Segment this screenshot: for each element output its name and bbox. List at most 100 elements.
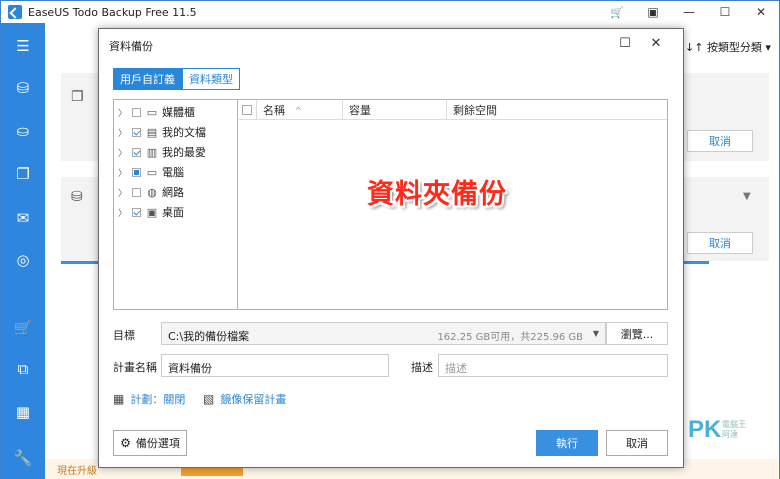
- expand-arrow-icon[interactable]: 〉: [118, 186, 128, 199]
- expand-arrow-icon[interactable]: 〉: [118, 146, 128, 159]
- disk-icon: ⛁: [71, 189, 83, 205]
- pk-sub-line-1: 電腦王: [722, 420, 746, 429]
- tree-item-label: 我的最愛: [162, 146, 206, 159]
- expand-arrow-icon[interactable]: 〉: [118, 106, 128, 119]
- disk-backup-icon[interactable]: ⛁: [1, 73, 45, 103]
- select-all-checkbox[interactable]: [242, 105, 252, 115]
- menu-icon[interactable]: ☰: [1, 31, 45, 61]
- pk-logo: PK: [688, 416, 722, 443]
- calendar-icon: ▦: [113, 392, 125, 406]
- dialog-cancel-button[interactable]: 取消: [606, 430, 668, 456]
- expand-icon[interactable]: ▼: [743, 191, 751, 202]
- tree-checkbox[interactable]: [132, 127, 141, 137]
- dropdown-caret-icon: ▼: [592, 329, 599, 338]
- wrench-icon[interactable]: 🔧: [1, 443, 45, 473]
- desktop-icon: ▣: [146, 205, 158, 219]
- column-free-label: 剩餘空間: [453, 104, 497, 117]
- backup-options-label: 備份選項: [135, 437, 180, 450]
- execute-button[interactable]: 執行: [536, 430, 598, 456]
- tab-data-type[interactable]: 資料類型: [182, 68, 240, 90]
- tree-item-computer[interactable]: 〉 ▭ 電腦: [118, 163, 184, 181]
- clone-icon[interactable]: ⧉: [1, 354, 45, 384]
- tree-item-favorites[interactable]: 〉 ▥ 我的最愛: [118, 143, 206, 161]
- dialog-maximize-button[interactable]: ☐: [610, 33, 640, 53]
- app-title: EaseUS Todo Backup Free 11.5: [28, 5, 197, 19]
- backup-options-button[interactable]: ⚙ 備份選項: [113, 430, 187, 456]
- column-name[interactable]: 名稱 ^: [257, 100, 343, 120]
- description-label: 描述: [411, 361, 433, 374]
- dialog-title: 資料備份: [109, 40, 153, 53]
- column-capacity[interactable]: 容量: [343, 100, 447, 120]
- tree-checkbox[interactable]: [132, 107, 141, 117]
- schedule-link-label: 計劃：關閉: [130, 393, 186, 406]
- tree-item-label: 媒體櫃: [162, 106, 195, 119]
- sort-label: 按類型分類: [706, 41, 762, 54]
- file-list-header: 名稱 ^ 容量 剩餘空間: [239, 100, 667, 120]
- close-button[interactable]: ✕: [743, 1, 779, 23]
- favorites-icon: ▥: [146, 145, 158, 159]
- document-icon: ▤: [146, 125, 158, 139]
- sort-asc-icon: ^: [295, 105, 302, 115]
- tree-item-documents[interactable]: 〉 ▤ 我的文檔: [118, 123, 206, 141]
- image-reserve-link[interactable]: ▧ 鏡像保留計畫: [203, 391, 286, 407]
- tools-grid-icon[interactable]: ▦: [1, 397, 45, 427]
- browse-button[interactable]: 瀏覽...: [606, 322, 668, 345]
- image-icon: ▧: [203, 392, 215, 406]
- expand-arrow-icon[interactable]: 〉: [118, 206, 128, 219]
- plan-name-input[interactable]: 資料備份: [161, 354, 389, 377]
- column-free-space[interactable]: 剩餘空間: [447, 100, 667, 120]
- library-icon: ▭: [146, 105, 158, 119]
- app-menu-icon[interactable]: ▣: [635, 1, 671, 23]
- computer-icon: ▭: [146, 165, 158, 179]
- expand-arrow-icon[interactable]: 〉: [118, 166, 128, 179]
- card-cancel-button[interactable]: 取消: [687, 130, 753, 152]
- target-free-space: 162.25 GB可用，共225.96 GB: [437, 332, 583, 343]
- column-capacity-label: 容量: [349, 104, 371, 117]
- pk-logo-subtext: 電腦王 阿達: [722, 420, 746, 440]
- tree-item-desktop[interactable]: 〉 ▣ 桌面: [118, 203, 184, 221]
- file-backup-icon: ❐: [71, 89, 84, 105]
- easeus-logo-icon: [8, 5, 22, 19]
- tree-checkbox[interactable]: [132, 187, 141, 197]
- cart-icon[interactable]: 🛒: [1, 313, 45, 343]
- tab-bar: 用戶自訂義 資料類型: [113, 68, 240, 90]
- select-all-column: [239, 100, 257, 120]
- tree-item-label: 網路: [162, 186, 184, 199]
- tree-item-network[interactable]: 〉 ◍ 網路: [118, 183, 184, 201]
- schedule-link[interactable]: ▦ 計劃：關閉: [113, 391, 185, 407]
- tree-checkbox[interactable]: [132, 167, 141, 177]
- tree-item-label: 我的文檔: [162, 126, 206, 139]
- card-cancel-button[interactable]: 取消: [687, 232, 753, 254]
- column-name-label: 名稱: [263, 104, 285, 117]
- file-backup-icon[interactable]: ❐: [1, 159, 45, 189]
- sort-control[interactable]: ↓↑ 按類型分類 ▾: [685, 39, 771, 55]
- folder-tree: 〉 ▭ 媒體櫃 〉 ▤ 我的文檔 〉 ▥ 我的最愛 〉 ▭ 電腦 〉 ◍ 網路 …: [114, 100, 238, 309]
- system-backup-icon[interactable]: ⛀: [1, 116, 45, 146]
- tree-item-label: 桌面: [162, 206, 184, 219]
- tree-checkbox[interactable]: [132, 207, 141, 217]
- tree-item-label: 電腦: [162, 166, 184, 179]
- app-titlebar: EaseUS Todo Backup Free 11.5 🛒 ▣ — ☐ ✕: [1, 1, 779, 23]
- plan-name-label: 計畫名稱: [113, 361, 157, 374]
- target-select[interactable]: C:\我的備份檔案 162.25 GB可用，共225.96 GB ▼: [161, 322, 606, 345]
- tree-item-library[interactable]: 〉 ▭ 媒體櫃: [118, 103, 195, 121]
- tab-custom[interactable]: 用戶自訂義: [113, 68, 182, 90]
- image-reserve-link-label: 鏡像保留計畫: [220, 393, 287, 406]
- smart-backup-icon[interactable]: ◎: [1, 245, 45, 275]
- dialog-close-button[interactable]: ✕: [641, 33, 671, 53]
- upgrade-cart-icon[interactable]: 🛒: [599, 1, 635, 23]
- network-icon: ◍: [147, 185, 157, 199]
- target-path: C:\我的備份檔案: [168, 330, 250, 343]
- minimize-button[interactable]: —: [671, 1, 707, 23]
- data-backup-dialog: 資料備份 ☐ ✕ 用戶自訂義 資料類型 〉 ▭ 媒體櫃 〉 ▤ 我的文檔 〉 ▥: [98, 28, 684, 468]
- mail-backup-icon[interactable]: ✉: [1, 203, 45, 233]
- maximize-button[interactable]: ☐: [707, 1, 743, 23]
- upgrade-text: 現在升級: [57, 466, 97, 477]
- target-label: 目標: [113, 329, 135, 342]
- tree-checkbox[interactable]: [132, 147, 141, 157]
- gear-icon: ⚙: [120, 436, 131, 450]
- description-input[interactable]: 描述: [438, 354, 668, 377]
- sidebar: ☰ ⛁ ⛀ ❐ ✉ ◎ 🛒 ⧉ ▦ 🔧: [1, 23, 45, 479]
- pk-sub-line-2: 阿達: [722, 430, 738, 439]
- expand-arrow-icon[interactable]: 〉: [118, 126, 128, 139]
